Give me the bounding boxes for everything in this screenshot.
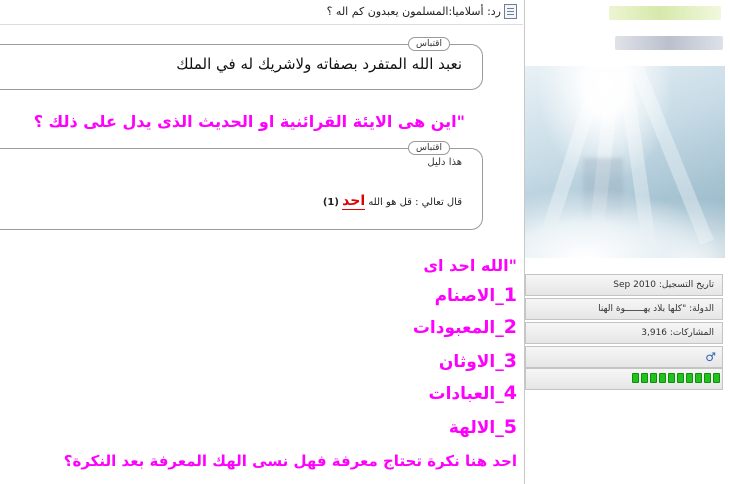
list-item: 2_المعبودات: [412, 316, 517, 338]
reputation-pip: [659, 373, 666, 383]
list-heading: "الله احد اى: [423, 256, 517, 275]
quote-verse: قال تعالي : قل هو الله احد (1): [322, 193, 462, 210]
verse-number: (1): [322, 197, 339, 208]
closing-text: احد هنا نكرة تحتاج معرفة فهل نسى الهك ال…: [63, 452, 517, 470]
list-item: 3_الاوثان: [438, 350, 517, 372]
quote-label: اقتباس: [408, 37, 450, 51]
quote-label: اقتباس: [408, 141, 450, 155]
user-title: [615, 36, 723, 50]
reputation-pip: [713, 373, 720, 383]
reputation-pip: [641, 373, 648, 383]
quote-block: اقتباس هذا دليل قال تعالي : قل هو الله ا…: [0, 141, 483, 230]
post-body: رد: أسلاميا:المسلمون يعبدون كم اله ؟ اقت…: [0, 0, 523, 484]
male-icon: ♂: [705, 350, 716, 364]
user-sidebar: تاريخ التسجيل: Sep 2010 الدولة: "كلها بل…: [524, 0, 730, 484]
list-item: 4_العبادات: [428, 382, 518, 404]
avatar[interactable]: [525, 66, 725, 258]
list-item: 5_الالهة: [448, 416, 517, 438]
post-icon: [504, 4, 517, 19]
post-count: المشاركات: 3,916: [525, 322, 723, 344]
reputation-pip: [650, 373, 657, 383]
quote-text: هذا دليل: [427, 157, 462, 168]
username[interactable]: [609, 6, 721, 20]
reputation-row: [525, 368, 723, 390]
reputation-pip: [704, 373, 711, 383]
reputation-pip: [695, 373, 702, 383]
list-item: 1_الاصنام: [434, 284, 517, 306]
question-text: "اين هى الايئة القرائنية او الحديث الذى …: [33, 112, 465, 131]
reputation-pip: [686, 373, 693, 383]
registration-date: تاريخ التسجيل: Sep 2010: [525, 274, 723, 296]
reputation-pip: [677, 373, 684, 383]
post-title-bar: رد: أسلاميا:المسلمون يعبدون كم اله ؟: [0, 0, 523, 25]
post-title: رد: أسلاميا:المسلمون يعبدون كم اله ؟: [326, 5, 501, 18]
user-country: الدولة: "كلها بلاد يهـــــــوة الهنا: [525, 298, 723, 320]
reputation-bar[interactable]: [632, 373, 722, 386]
reputation-pip: [632, 373, 639, 383]
quote-text: نعبد الله المتفرد بصفاته ولاشريك له في ا…: [176, 55, 462, 73]
quote-block: اقتباس نعبد الله المتفرد بصفاته ولاشريك …: [0, 37, 483, 90]
gender-row: ♂: [525, 346, 723, 368]
verse-highlight: احد: [342, 193, 366, 210]
reputation-pip: [668, 373, 675, 383]
verse-prefix: قال تعالي : قل هو الله: [368, 197, 462, 208]
avatar-clouds: [525, 188, 725, 258]
